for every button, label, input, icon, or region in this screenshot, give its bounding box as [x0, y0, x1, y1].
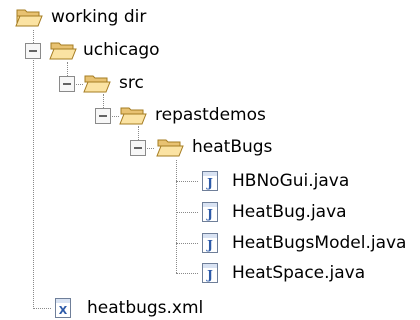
tree-node-label: heatbugs.xml [87, 298, 204, 318]
java-file-icon: J [202, 202, 218, 222]
tree-node-uchicago[interactable]: uchicago [49, 38, 160, 62]
svg-text:J: J [206, 176, 213, 190]
collapse-toggle-icon[interactable] [25, 43, 41, 59]
java-file-icon: J [202, 233, 218, 253]
java-file-icon: J [202, 263, 218, 283]
tree-node-heatbugs[interactable]: heatBugs [156, 135, 272, 159]
tree-node-label: HeatBug.java [232, 202, 347, 222]
open-folder-icon [83, 75, 111, 93]
tree-connector [33, 30, 34, 309]
tree-node-label: src [119, 73, 144, 93]
file-tree: working dir uchicago src repastdemos hea… [0, 0, 420, 319]
tree-node-label: HBNoGui.java [232, 171, 350, 191]
tree-node-label: HeatBugsModel.java [232, 233, 407, 253]
xml-file-icon: X [55, 298, 71, 318]
tree-node-label: working dir [51, 7, 147, 27]
tree-node-label: repastdemos [155, 105, 266, 125]
tree-node-heatbug-java[interactable]: J HeatBug.java [200, 200, 347, 224]
tree-node-src[interactable]: src [83, 71, 144, 95]
open-folder-icon [156, 139, 184, 157]
open-folder-icon [15, 9, 43, 27]
tree-connector [176, 212, 198, 213]
tree-connector [176, 181, 198, 182]
tree-connector [176, 243, 198, 244]
tree-node-label: uchicago [83, 40, 160, 60]
tree-node-repastdemos[interactable]: repastdemos [119, 103, 266, 127]
svg-text:X: X [59, 304, 68, 317]
svg-text:J: J [206, 207, 213, 221]
tree-node-heatbugs-xml[interactable]: X heatbugs.xml [53, 296, 203, 320]
tree-node-hbnogui-java[interactable]: J HBNoGui.java [200, 169, 349, 193]
collapse-toggle-icon[interactable] [59, 76, 75, 92]
tree-node-heatbugsmodel-java[interactable]: J HeatBugsModel.java [200, 231, 406, 255]
tree-connector [176, 273, 198, 274]
tree-connector [33, 308, 51, 309]
java-file-icon: J [202, 171, 218, 191]
tree-node-label: HeatSpace.java [232, 263, 366, 283]
tree-node-label: heatBugs [192, 137, 273, 157]
svg-text:J: J [206, 268, 213, 282]
open-folder-icon [49, 42, 77, 60]
svg-text:J: J [206, 238, 213, 252]
collapse-toggle-icon[interactable] [130, 140, 146, 156]
open-folder-icon [119, 107, 147, 125]
tree-node-heatspace-java[interactable]: J HeatSpace.java [200, 261, 365, 285]
tree-connector [176, 160, 177, 273]
collapse-toggle-icon[interactable] [95, 108, 111, 124]
tree-node-working-dir[interactable]: working dir [15, 5, 146, 29]
